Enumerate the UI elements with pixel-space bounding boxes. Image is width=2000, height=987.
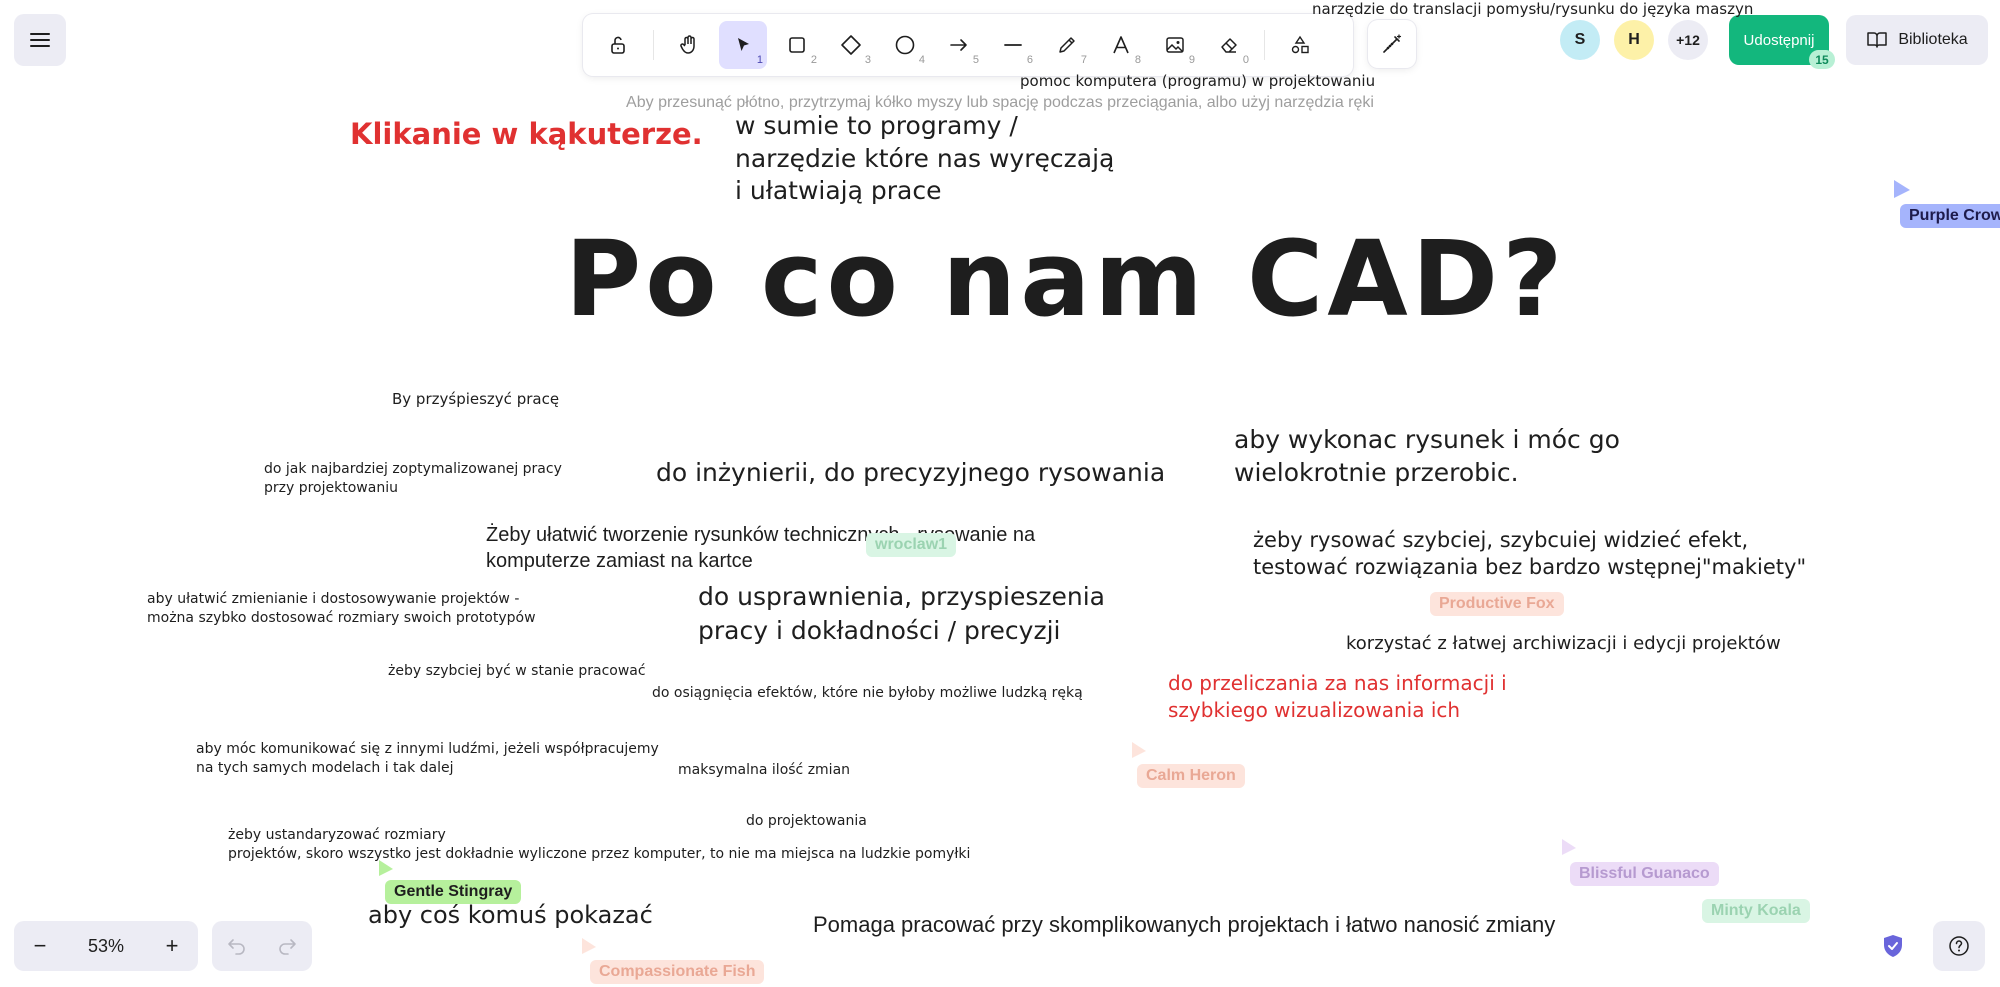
note-programs[interactable]: w sumie to programy / narzędzie które na…	[735, 110, 1114, 208]
tool-draw[interactable]: 7	[1043, 21, 1091, 69]
tool-selection[interactable]: 1	[719, 21, 767, 69]
undo-icon	[228, 939, 245, 955]
cursor-pointer-icon	[1894, 180, 1910, 198]
shortcut-number: 8	[1134, 54, 1141, 66]
hamburger-icon	[30, 33, 50, 47]
share-count-badge: 15	[1809, 50, 1835, 69]
cursor-label-minty-koala: Minty Koala	[1702, 899, 1810, 923]
shortcut-number: 7	[1080, 54, 1087, 66]
cursor-pointer-icon	[582, 938, 596, 954]
shortcut-number: 4	[918, 54, 925, 66]
toolbar: 1 2 3 4 5 6 7 8 9 0	[583, 14, 1353, 76]
cursor-pointer-icon	[1562, 839, 1576, 855]
cursor-pointer-icon	[1132, 742, 1146, 758]
zoom-controls: − 53% +	[14, 921, 198, 971]
note-work-faster[interactable]: żeby szybciej być w stanie pracować	[388, 663, 646, 681]
image-icon	[1166, 37, 1184, 53]
note-effects[interactable]: do osiągnięcia efektów, które nie byłoby…	[652, 685, 1083, 703]
diamond-icon	[841, 35, 861, 55]
note-complex-projects[interactable]: Pomaga pracować przy skomplikowanych pro…	[813, 912, 1555, 938]
shapes-icon	[1291, 35, 1309, 54]
magic-tool-button[interactable]	[1368, 20, 1416, 68]
note-max-changes[interactable]: maksymalna ilość zmian	[678, 762, 850, 780]
zoom-level[interactable]: 53%	[88, 936, 124, 957]
tool-ellipse[interactable]: 4	[881, 21, 929, 69]
note-clicking-red[interactable]: Klikanie w kąkuterze.	[350, 116, 703, 152]
note-compute-red[interactable]: do przeliczania za nas informacji i szyb…	[1168, 670, 1507, 724]
magic-wand-icon	[1383, 34, 1402, 53]
history-controls	[212, 921, 312, 971]
note-archive[interactable]: korzystać z łatwej archiwizacji i edycji…	[1346, 633, 1781, 656]
board-title[interactable]: Po co nam CAD?	[565, 222, 1566, 337]
tool-hand[interactable]	[665, 21, 713, 69]
note-engineering[interactable]: do inżynierii, do precyzyjnego rysowania	[656, 457, 1165, 488]
shortcut-number: 0	[1242, 54, 1249, 66]
collaborator-avatar[interactable]: H	[1614, 20, 1654, 60]
collaborator-avatar[interactable]: S	[1560, 20, 1600, 60]
zoom-in-button[interactable]: +	[146, 921, 198, 971]
hand-icon	[680, 35, 695, 54]
note-improve[interactable]: do usprawnienia, przyspieszenia pracy i …	[698, 580, 1105, 648]
shortcut-number: 2	[810, 54, 817, 66]
circle-icon	[895, 35, 915, 55]
note-computer-help[interactable]: pomoc komputera (programu) w projektowan…	[1020, 72, 1375, 91]
arrow-right-icon	[950, 39, 967, 51]
note-speed-up[interactable]: By przyśpieszyć pracę	[392, 390, 559, 409]
tool-rectangle[interactable]: 2	[773, 21, 821, 69]
library-button[interactable]: Biblioteka	[1846, 15, 1988, 65]
shortcut-number: 9	[1188, 54, 1195, 66]
cursor-label-gentle-stingray: Gentle Stingray	[385, 880, 522, 904]
note-redraw[interactable]: aby wykonac rysunek i móc go wielokrotni…	[1234, 424, 1620, 489]
tool-text[interactable]: 8	[1097, 21, 1145, 69]
redo-button[interactable]	[265, 924, 309, 968]
cursor-label-productive-fox: Productive Fox	[1430, 592, 1564, 616]
main-menu-button[interactable]	[14, 14, 66, 66]
shortcut-number: 5	[972, 54, 979, 66]
pencil-icon	[1059, 37, 1075, 53]
cursor-label-wroclaw1: wroclaw1	[866, 533, 957, 557]
tool-diamond[interactable]: 3	[827, 21, 875, 69]
library-label: Biblioteka	[1898, 31, 1968, 48]
cursor-label-calm-heron: Calm Heron	[1137, 764, 1245, 788]
note-translation[interactable]: narzędzie do translacji pomysłu/rysunku …	[1312, 0, 1753, 19]
cursor-label-compassionate-fish: Compassionate Fish	[590, 960, 765, 984]
note-optimized[interactable]: do jak najbardziej zoptymalizowanej prac…	[264, 460, 562, 498]
tool-eraser[interactable]: 0	[1205, 21, 1253, 69]
shield-check-icon	[1884, 935, 1902, 957]
cursor-label-purple-crow: Purple Crow	[1900, 204, 2000, 228]
shortcut-number: 6	[1026, 54, 1033, 66]
cursor-label-blissful-guanaco: Blissful Guanaco	[1570, 862, 1719, 886]
more-collaborators-badge[interactable]: +12	[1668, 20, 1708, 60]
help-circle-icon	[1949, 936, 1969, 956]
lock-open-icon	[611, 36, 625, 54]
encryption-indicator[interactable]	[1870, 928, 1916, 964]
note-show[interactable]: aby coś komuś pokazać	[368, 900, 653, 930]
note-adapt-projects[interactable]: aby ułatwić zmienianie i dostosowywanie …	[147, 590, 536, 628]
pointer-icon	[738, 38, 749, 51]
note-standardize[interactable]: żeby ustandaryzować rozmiary projektów, …	[228, 826, 970, 864]
tool-arrow[interactable]: 5	[935, 21, 983, 69]
zoom-out-button[interactable]: −	[14, 921, 66, 971]
line-icon	[1004, 44, 1022, 46]
tool-more-shapes[interactable]	[1276, 21, 1324, 69]
rectangle-icon	[789, 37, 805, 53]
tool-lock[interactable]	[594, 21, 642, 69]
book-icon	[1867, 32, 1888, 48]
note-faster-drawing[interactable]: żeby rysować szybciej, szybcuiej widzieć…	[1253, 527, 1806, 582]
undo-button[interactable]	[215, 924, 259, 968]
tool-image[interactable]: 9	[1151, 21, 1199, 69]
text-icon	[1113, 36, 1129, 54]
tool-line[interactable]: 6	[989, 21, 1037, 69]
shortcut-number: 3	[864, 54, 871, 66]
note-communicate[interactable]: aby móc komunikować się z innymi ludźmi,…	[196, 740, 659, 778]
eraser-icon	[1221, 38, 1237, 53]
redo-icon	[279, 939, 296, 955]
cursor-pointer-icon	[379, 860, 393, 876]
shortcut-number: 1	[756, 54, 763, 66]
help-button[interactable]	[1933, 921, 1985, 971]
